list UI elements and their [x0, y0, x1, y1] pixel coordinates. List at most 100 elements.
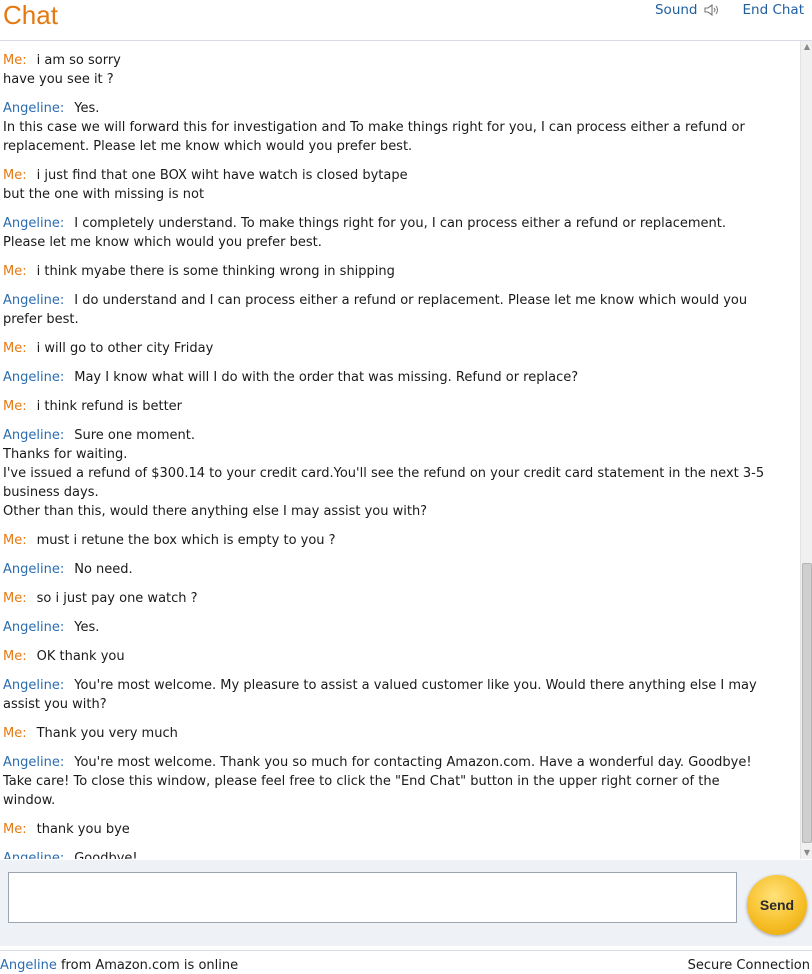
scroll-up-arrow-icon[interactable]: ▲ — [801, 41, 812, 53]
message-speaker: Me: — [3, 341, 27, 356]
message-speaker: Angeline: — [3, 428, 65, 443]
message-speaker: Angeline: — [3, 678, 65, 693]
message-speaker: Angeline: — [3, 620, 65, 635]
message-line: Me: i am so sorry — [3, 51, 772, 70]
message-line: Angeline: May I know what will I do with … — [3, 368, 772, 387]
chat-header: Chat Sound End Chat — [0, 0, 812, 41]
message-speaker: Angeline: — [3, 851, 65, 859]
chat-message: Angeline: You're most welcome. My pleasur… — [0, 676, 800, 714]
message-line: Angeline: No need. — [3, 560, 772, 579]
message-speaker: Me: — [3, 168, 27, 183]
message-text: i will go to other city Friday — [36, 341, 214, 356]
message-text: but the one with missing is not — [3, 187, 205, 202]
chat-message: Angeline: I completely understand. To mak… — [0, 214, 800, 252]
message-line: Me: i think refund is better — [3, 397, 772, 416]
message-line: but the one with missing is not — [3, 185, 772, 204]
message-line: Angeline: Yes. — [3, 618, 772, 637]
chat-message: Me: i will go to other city Friday — [0, 339, 800, 358]
message-line: have you see it ? — [3, 70, 772, 89]
speaker-icon[interactable] — [703, 3, 721, 17]
chat-message: Me: i just find that one BOX wiht have wa… — [0, 166, 800, 204]
message-text: Other than this, would there anything el… — [3, 504, 428, 519]
chat-message: Me: i think refund is better — [0, 397, 800, 416]
chat-transcript: Me: i am so sorry have you see it ? Angelin… — [0, 41, 800, 859]
message-text: i am so sorry — [36, 53, 121, 68]
message-text: thank you bye — [36, 822, 130, 837]
chat-message: Me: Thank you very much — [0, 724, 800, 743]
chat-message: Me: so i just pay one watch ? — [0, 589, 800, 608]
message-line: Angeline: You're most welcome. Thank you … — [3, 753, 772, 810]
chat-message: Me: i think myabe there is some thinking … — [0, 262, 800, 281]
message-speaker: Me: — [3, 399, 27, 414]
send-button[interactable]: Send — [747, 875, 807, 935]
message-input[interactable] — [8, 872, 737, 923]
message-line: Angeline: Yes. — [3, 99, 772, 118]
message-text: so i just pay one watch ? — [36, 591, 198, 606]
page-title: Chat — [3, 0, 58, 30]
message-composer: Send — [0, 860, 812, 946]
chat-message: Angeline: May I know what will I do with … — [0, 368, 800, 387]
message-text: OK thank you — [36, 649, 125, 664]
message-text: You're most welcome. My pleasure to assi… — [3, 678, 757, 712]
status-bar: Angeline from Amazon.com is online Secur… — [0, 950, 812, 974]
message-text: i think myabe there is some thinking wro… — [36, 264, 395, 279]
message-text: May I know what will I do with the order… — [74, 370, 579, 385]
message-line: Other than this, would there anything el… — [3, 502, 772, 521]
message-text: I do understand and I can process either… — [3, 293, 748, 327]
message-speaker: Me: — [3, 533, 27, 548]
end-chat-button[interactable]: End Chat — [743, 2, 805, 18]
message-speaker: Angeline: — [3, 370, 65, 385]
message-text: Thank you very much — [36, 726, 178, 741]
message-text: Yes. — [74, 101, 100, 116]
message-text: In this case we will forward this for in… — [3, 120, 745, 154]
message-text: I completely understand. To make things … — [3, 216, 726, 250]
message-speaker: Me: — [3, 53, 27, 68]
message-speaker: Me: — [3, 726, 27, 741]
chat-message: Angeline: I do understand and I can proce… — [0, 291, 800, 329]
message-text: i just find that one BOX wiht have watch… — [36, 168, 408, 183]
message-text: I've issued a refund of $300.14 to your … — [3, 466, 765, 500]
message-text: Yes. — [74, 620, 100, 635]
message-speaker: Me: — [3, 264, 27, 279]
message-line: Me: OK thank you — [3, 647, 772, 666]
message-speaker: Angeline: — [3, 562, 65, 577]
chat-message: Me: must i retune the box which is empty … — [0, 531, 800, 550]
chat-message: Angeline: Yes. — [0, 618, 800, 637]
message-line: Angeline: Sure one moment. — [3, 426, 772, 445]
message-text: i think refund is better — [36, 399, 183, 414]
scrollbar-thumb[interactable] — [802, 563, 812, 843]
scroll-down-arrow-icon[interactable]: ▼ — [801, 847, 812, 859]
message-text: No need. — [74, 562, 133, 577]
transcript-scrollbar[interactable]: ▲ ▼ — [800, 41, 812, 859]
chat-message: Angeline: Goodbye! — [0, 849, 800, 859]
message-speaker: Angeline: — [3, 755, 65, 770]
message-line: Me: thank you bye — [3, 820, 772, 839]
agent-status: Angeline from Amazon.com is online — [0, 958, 238, 973]
chat-message: Angeline: You're most welcome. Thank you … — [0, 753, 800, 810]
message-speaker: Angeline: — [3, 216, 65, 231]
chat-message: Me: i am so sorry have you see it ? — [0, 51, 800, 89]
message-line: Me: i just find that one BOX wiht have wa… — [3, 166, 772, 185]
message-text: Goodbye! — [74, 851, 138, 859]
message-line: I've issued a refund of $300.14 to your … — [3, 464, 772, 502]
message-speaker: Me: — [3, 591, 27, 606]
sound-toggle[interactable]: Sound — [655, 2, 698, 18]
chat-message: Angeline: Yes. In this case we will forwar… — [0, 99, 800, 156]
message-line: Angeline: You're most welcome. My pleasur… — [3, 676, 772, 714]
agent-status-text: from Amazon.com is online — [56, 958, 239, 973]
message-speaker: Me: — [3, 822, 27, 837]
message-line: Me: must i retune the box which is empty … — [3, 531, 772, 550]
message-speaker: Angeline: — [3, 101, 65, 116]
message-line: Thanks for waiting. — [3, 445, 772, 464]
message-line: In this case we will forward this for in… — [3, 118, 772, 156]
message-speaker: Me: — [3, 649, 27, 664]
message-line: Me: Thank you very much — [3, 724, 772, 743]
message-line: Me: i will go to other city Friday — [3, 339, 772, 358]
message-line: Angeline: I do understand and I can proce… — [3, 291, 772, 329]
message-line: Me: i think myabe there is some thinking … — [3, 262, 772, 281]
chat-message: Me: thank you bye — [0, 820, 800, 839]
chat-message: Angeline: No need. — [0, 560, 800, 579]
chat-message: Me: OK thank you — [0, 647, 800, 666]
message-text: must i retune the box which is empty to … — [36, 533, 336, 548]
secure-connection-label: Secure Connection — [687, 958, 810, 973]
